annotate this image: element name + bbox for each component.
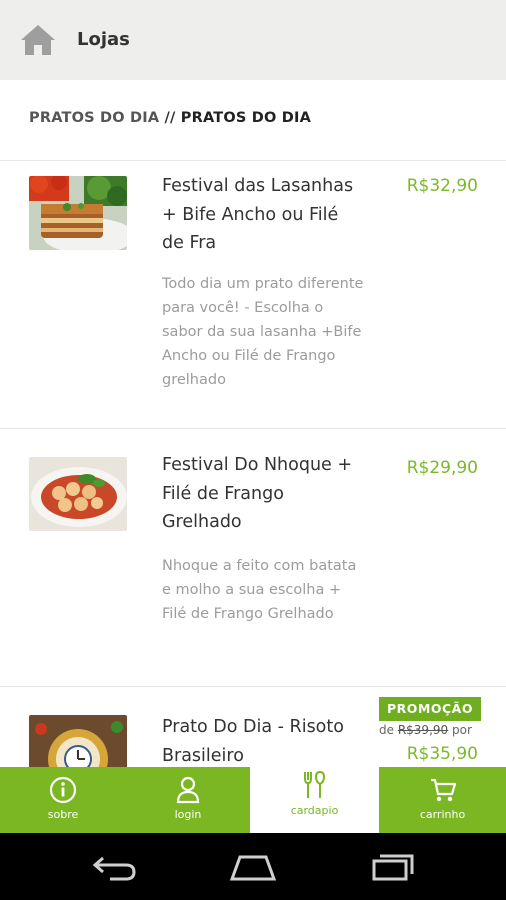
bottom-navigation: sobre login cardapio carrinho (0, 754, 506, 833)
home-icon (21, 25, 55, 55)
info-icon (49, 776, 77, 804)
item-price: R$32,90 (406, 176, 478, 196)
top-bar: Lojas (0, 0, 506, 80)
nav-carrinho[interactable]: carrinho (379, 767, 506, 833)
risotto-image (29, 715, 127, 767)
item-title: Festival Do Nhoque + Filé de Frango Grel… (162, 455, 353, 532)
gnocchi-image (29, 457, 127, 531)
item-price: R$35,90 (406, 744, 478, 764)
home-outline-icon (229, 855, 277, 881)
list-item[interactable]: Festival Do Nhoque + Filé de Frango Grel… (0, 429, 506, 687)
back-icon (92, 856, 136, 881)
old-price: de R$39,90 por (379, 723, 472, 737)
list-item[interactable]: Festival das Lasanhas + Bife Ancho ou Fi… (0, 161, 506, 429)
cutlery-icon (303, 770, 325, 798)
breadcrumb-current: PRATOS DO DIA (180, 110, 312, 126)
nav-login[interactable]: login (126, 767, 250, 833)
nav-label: login (174, 808, 202, 821)
home-nav-button[interactable] (228, 851, 278, 883)
system-navigation-bar (0, 833, 506, 900)
item-description: Nhoque a feito com batata e molho a sua … (162, 558, 357, 622)
breadcrumb-separator: // (159, 110, 181, 126)
nav-label: sobre (47, 808, 79, 821)
breadcrumb-category[interactable]: PRATOS DO DIA (29, 110, 159, 126)
home-button[interactable] (18, 22, 58, 58)
nav-label: carrinho (419, 808, 466, 821)
item-title: Festival das Lasanhas + Bife Ancho ou Fi… (162, 176, 354, 253)
recents-button[interactable] (368, 851, 418, 883)
user-icon (176, 776, 200, 804)
item-description: Todo dia um prato diferente para você! -… (162, 276, 364, 388)
page-title: Lojas (77, 29, 130, 50)
back-button[interactable] (88, 851, 138, 883)
item-price: R$29,90 (406, 458, 478, 478)
cart-icon (430, 778, 456, 802)
nav-cardapio[interactable]: cardapio (250, 754, 379, 833)
nav-label: cardapio (290, 804, 339, 817)
recents-icon (372, 854, 414, 881)
promo-badge: PROMOÇÃO (379, 697, 481, 721)
nav-sobre[interactable]: sobre (0, 767, 126, 833)
lasagna-image (29, 176, 127, 250)
product-list: Festival das Lasanhas + Bife Ancho ou Fi… (0, 161, 506, 767)
breadcrumb: PRATOS DO DIA // PRATOS DO DIA (29, 110, 311, 126)
